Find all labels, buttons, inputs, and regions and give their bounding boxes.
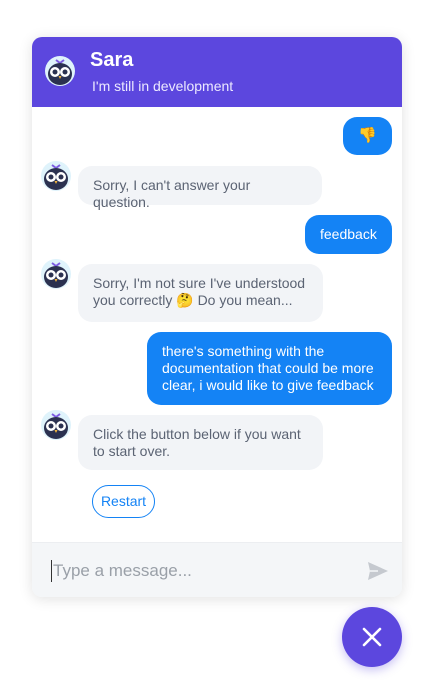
message-line: Sorry, I'm not sure I've understood — [93, 275, 306, 291]
user-message: feedback — [305, 215, 392, 254]
user-message: 👎 — [343, 117, 392, 155]
close-icon — [362, 627, 382, 647]
message-composer — [32, 542, 402, 597]
message-text: Sorry, I can't answer your question. — [93, 177, 251, 210]
owl-avatar-icon — [41, 410, 71, 445]
message-line: there's something with the — [162, 343, 325, 359]
chat-window: Sara I'm still in development 👎 Sorry, I… — [32, 37, 402, 597]
chat-header: Sara I'm still in development — [32, 37, 402, 107]
bot-message: Sorry, I can't answer your question. — [78, 166, 322, 210]
message-line: Click the button below if you want — [93, 426, 301, 442]
bot-message: Click the button below if you want to st… — [78, 415, 323, 470]
page-title: Sara — [90, 49, 134, 71]
bot-message: Sorry, I'm not sure I've understood you … — [78, 264, 323, 322]
message-line: you correctly 🤔 Do you mean... — [93, 292, 293, 308]
message-text: feedback — [320, 226, 377, 242]
owl-avatar-icon — [41, 259, 71, 294]
message-input[interactable] — [51, 560, 353, 582]
send-icon[interactable] — [365, 558, 391, 584]
close-chat-button[interactable] — [342, 607, 402, 667]
owl-avatar-icon — [41, 161, 71, 196]
header-subtitle: I'm still in development — [92, 78, 234, 94]
restart-button[interactable]: Restart — [92, 485, 155, 518]
user-message: there's something with the documentation… — [147, 332, 392, 405]
owl-avatar-icon — [45, 56, 75, 86]
message-line: clear, i would like to give feedback — [162, 377, 374, 393]
message-line: to start over. — [93, 443, 171, 459]
message-text: 👎 — [358, 127, 377, 144]
message-line: documentation that could be more — [162, 360, 374, 376]
